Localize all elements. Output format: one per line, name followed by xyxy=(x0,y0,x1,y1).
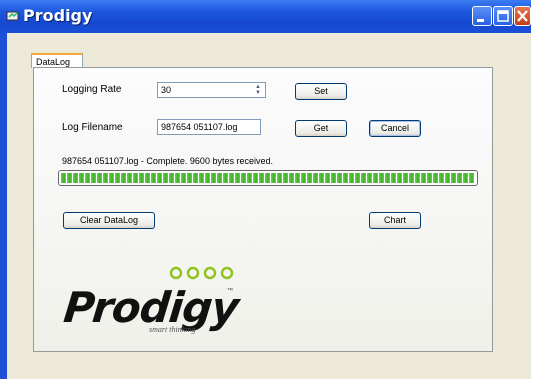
chart-button[interactable]: Chart xyxy=(369,212,421,229)
progress-bar xyxy=(58,170,478,186)
log-filename-label: Log Filename xyxy=(62,122,123,133)
log-filename-field[interactable]: 987654 051107.log xyxy=(157,119,261,135)
logo-dots-icon xyxy=(169,266,234,280)
app-icon xyxy=(6,11,19,21)
progress-fill xyxy=(61,173,475,183)
clear-datalog-button[interactable]: Clear DataLog xyxy=(63,212,155,229)
maximize-button[interactable] xyxy=(493,6,513,26)
set-button[interactable]: Set xyxy=(295,83,347,100)
logging-rate-label: Logging Rate xyxy=(62,84,122,95)
tab-datalog[interactable]: DataLog xyxy=(31,53,83,68)
spin-buttons[interactable]: ▲ ▼ xyxy=(252,84,264,96)
close-icon xyxy=(517,10,528,22)
logging-rate-stepper[interactable]: 30 ▲ ▼ xyxy=(157,82,266,98)
logo-tagline: smart thinking xyxy=(149,325,196,334)
minimize-button[interactable] xyxy=(472,6,492,26)
title-bar[interactable]: Prodigy xyxy=(0,0,531,33)
maximize-icon xyxy=(497,10,509,22)
cancel-button[interactable]: Cancel xyxy=(369,120,421,137)
status-text: 987654 051107.log - Complete. 9600 bytes… xyxy=(62,156,273,166)
minimize-icon xyxy=(477,19,484,22)
window-title: Prodigy xyxy=(23,6,93,25)
spin-down-icon[interactable]: ▼ xyxy=(255,90,261,96)
logo-trademark: ™ xyxy=(227,288,233,294)
get-button[interactable]: Get xyxy=(295,120,347,137)
logging-rate-value: 30 xyxy=(161,85,172,95)
close-button[interactable] xyxy=(514,6,531,26)
